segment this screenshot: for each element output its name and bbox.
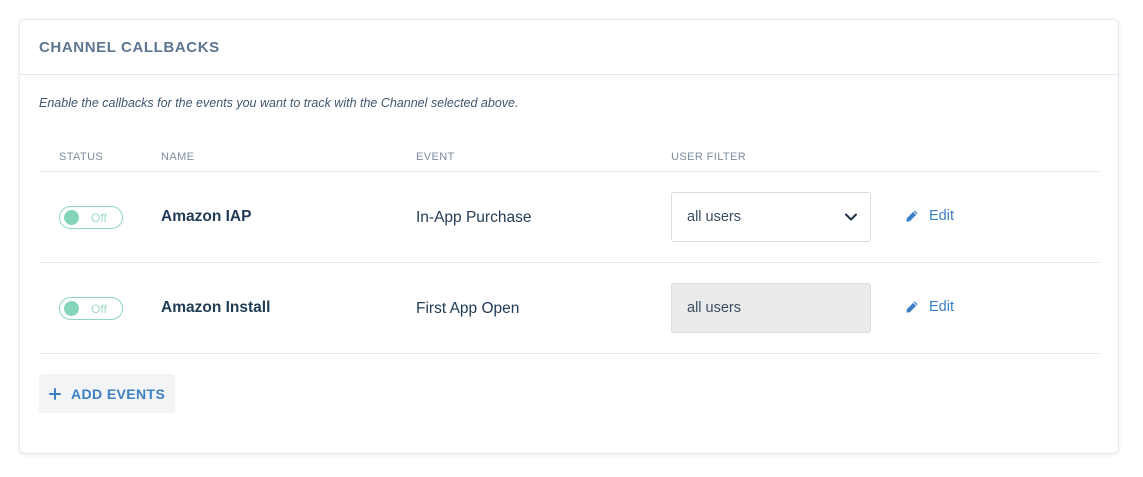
edit-button[interactable]: Edit <box>905 296 954 318</box>
user-filter-value: all users <box>687 209 741 225</box>
panel-description: Enable the callbacks for the events you … <box>39 96 519 110</box>
header-status: STATUS <box>59 151 104 163</box>
status-toggle[interactable]: Off <box>59 206 123 229</box>
header-user-filter: USER FILTER <box>671 151 747 163</box>
user-filter-value: all users <box>687 300 741 316</box>
callback-name: Amazon Install <box>161 299 271 316</box>
table-row: Off Amazon Install First App Open all us… <box>39 263 1100 354</box>
toggle-knob <box>64 301 79 316</box>
header-name: NAME <box>161 151 195 163</box>
callback-event: First App Open <box>416 300 520 317</box>
add-events-button[interactable]: ADD EVENTS <box>39 374 175 413</box>
callbacks-table: STATUS NAME EVENT USER FILTER Off Amazon… <box>39 142 1100 354</box>
edit-label: Edit <box>929 208 954 224</box>
edit-button[interactable]: Edit <box>905 205 954 227</box>
toggle-label: Off <box>91 301 107 316</box>
add-events-label: ADD EVENTS <box>71 385 166 402</box>
user-filter-select[interactable]: all users <box>671 192 871 242</box>
pencil-icon <box>906 301 918 313</box>
toggle-label: Off <box>91 210 107 225</box>
toggle-knob <box>64 210 79 225</box>
chevron-down-icon <box>845 213 857 221</box>
status-toggle[interactable]: Off <box>59 297 123 320</box>
table-header: STATUS NAME EVENT USER FILTER <box>39 142 1100 172</box>
table-row: Off Amazon IAP In-App Purchase all users… <box>39 172 1100 263</box>
panel-header: CHANNEL CALLBACKS <box>20 20 1118 75</box>
user-filter-select-disabled: all users <box>671 283 871 333</box>
callback-name: Amazon IAP <box>161 208 252 225</box>
header-event: EVENT <box>416 151 455 163</box>
edit-label: Edit <box>929 299 954 315</box>
plus-icon <box>49 387 61 400</box>
panel-title: CHANNEL CALLBACKS <box>39 38 220 56</box>
callback-event: In-App Purchase <box>416 209 532 226</box>
channel-callbacks-panel: CHANNEL CALLBACKS Enable the callbacks f… <box>19 19 1119 454</box>
pencil-icon <box>906 210 918 222</box>
